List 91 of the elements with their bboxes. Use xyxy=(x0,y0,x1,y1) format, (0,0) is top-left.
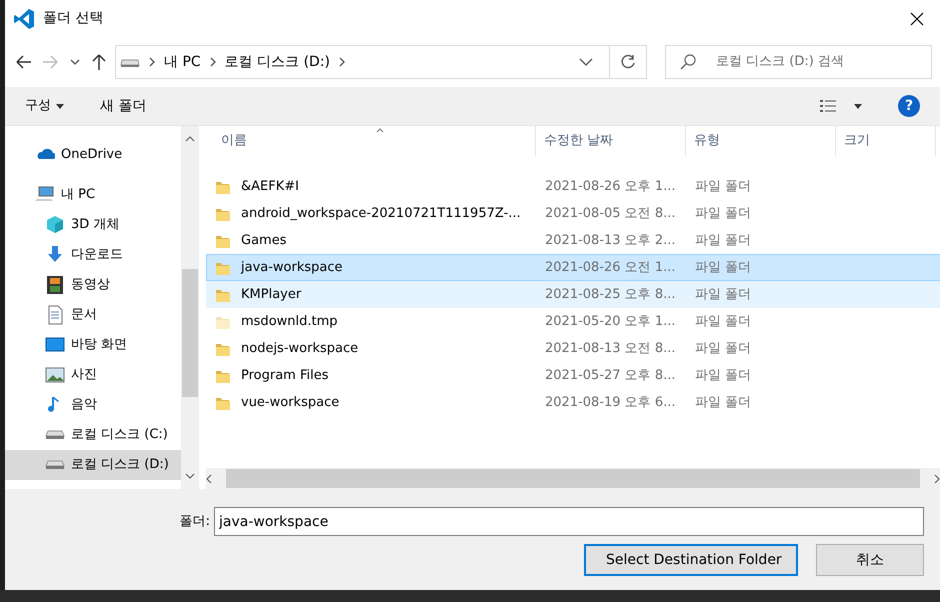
file-type: 파일 폴더 xyxy=(695,260,752,275)
sidebar-item[interactable]: OneDrive xyxy=(5,140,181,170)
search-icon xyxy=(679,53,697,71)
chevron-up-icon[interactable] xyxy=(185,136,195,142)
modified-date: 2021-08-05 오전 8... xyxy=(545,206,676,221)
file-row[interactable]: java-workspace 2021-08-26 오전 1... 파일 폴더 xyxy=(206,254,940,281)
select-folder-button[interactable]: Select Destination Folder xyxy=(584,544,798,576)
file-name: &AEFK#I xyxy=(241,178,299,196)
file-type: 파일 폴더 xyxy=(695,287,752,302)
file-type: 파일 폴더 xyxy=(695,233,752,248)
modified-date: 2021-08-19 오후 6... xyxy=(545,395,676,410)
file-name: java-workspace xyxy=(241,258,343,277)
picture-icon xyxy=(45,365,65,385)
sidebar-item[interactable]: 로컬 디스크 (C:) xyxy=(5,420,181,450)
chevron-right-icon[interactable] xyxy=(934,474,940,484)
file-name: nodejs-workspace xyxy=(241,340,358,358)
column-header[interactable]: 유형 xyxy=(686,126,836,156)
drive-icon xyxy=(45,460,65,470)
up-arrow-icon xyxy=(91,53,107,71)
sidebar-item[interactable]: 로컬 디스크 (D:) xyxy=(5,450,181,480)
organize-menu-button[interactable]: 구성 xyxy=(25,96,64,116)
scrollbar-thumb[interactable] xyxy=(182,269,198,397)
close-icon xyxy=(910,12,924,26)
caret-down-icon xyxy=(56,104,64,108)
address-bar[interactable]: 내 PC 로컬 디스크 (D:) xyxy=(115,45,647,79)
chevron-down-icon[interactable] xyxy=(185,473,195,479)
modified-date: 2021-08-26 오후 1... xyxy=(545,179,676,194)
modified-date: 2021-05-20 오후 1... xyxy=(545,314,676,329)
file-name: Program Files xyxy=(241,366,329,385)
breadcrumb[interactable]: 로컬 디스크 (D:) xyxy=(224,52,330,72)
sidebar-item[interactable]: 3D 개체 xyxy=(5,210,181,240)
new-folder-button[interactable]: 새 폴더 xyxy=(100,96,146,116)
file-row[interactable]: Games 2021-08-13 오후 2... 파일 폴더 xyxy=(206,227,940,254)
chevron-left-icon[interactable] xyxy=(206,474,212,484)
file-name: android_workspace-20210721T111957Z-... xyxy=(241,204,521,223)
chevron-right-icon xyxy=(338,56,346,68)
file-row[interactable]: KMPlayer 2021-08-25 오후 8... 파일 폴더 xyxy=(206,281,940,308)
back-arrow-icon xyxy=(15,54,32,70)
help-button[interactable]: ? xyxy=(898,95,920,117)
file-type: 파일 폴더 xyxy=(695,341,752,356)
view-options-button[interactable] xyxy=(820,99,862,113)
file-type: 파일 폴더 xyxy=(695,368,752,383)
caret-down-icon xyxy=(854,104,862,108)
column-header[interactable]: 수정한 날짜 xyxy=(536,126,686,156)
vertical-scrollbar[interactable] xyxy=(181,126,199,489)
modified-date: 2021-08-26 오전 1... xyxy=(545,260,676,275)
window-title: 폴더 선택 xyxy=(43,9,104,28)
modified-date: 2021-08-25 오후 8... xyxy=(545,287,676,302)
sidebar-item[interactable]: 문서 xyxy=(5,300,181,330)
file-name: msdownld.tmp xyxy=(241,312,338,331)
sidebar-item[interactable]: 사진 xyxy=(5,360,181,390)
modified-date: 2021-05-27 오후 8... xyxy=(545,368,676,383)
chevron-down-icon xyxy=(69,58,81,66)
sidebar-item[interactable]: 다운로드 xyxy=(5,240,181,270)
file-type: 파일 폴더 xyxy=(695,179,752,194)
refresh-icon xyxy=(620,54,636,70)
file-type: 파일 폴더 xyxy=(695,314,752,329)
sidebar-item[interactable]: 동영상 xyxy=(5,270,181,300)
sidebar-item[interactable]: 음악 xyxy=(5,390,181,420)
search-field[interactable]: 로컬 디스크 (D:) 검색 xyxy=(665,45,932,79)
folder-name-field[interactable]: java-workspace xyxy=(214,507,924,536)
modified-date: 2021-08-13 오후 2... xyxy=(545,233,676,248)
file-name: vue-workspace xyxy=(241,394,340,412)
cancel-button[interactable]: 취소 xyxy=(816,544,924,576)
file-row[interactable]: &AEFK#I 2021-08-26 오후 1... 파일 폴더 xyxy=(206,173,940,200)
file-row[interactable]: vue-workspace 2021-08-19 오후 6... 파일 폴더 xyxy=(206,389,940,416)
file-row[interactable]: nodejs-workspace 2021-08-13 오전 8... 파일 폴더 xyxy=(206,335,940,362)
chevron-down-icon[interactable] xyxy=(579,57,593,67)
column-header[interactable]: 이름 xyxy=(206,126,536,156)
film-icon xyxy=(45,275,65,295)
file-row[interactable]: msdownld.tmp 2021-05-20 오후 1... 파일 폴더 xyxy=(206,308,940,335)
sidebar-item[interactable]: 내 PC xyxy=(5,180,181,210)
sidebar-item[interactable]: 바탕 화면 xyxy=(5,330,181,360)
cube-icon xyxy=(45,215,65,235)
details-view-icon xyxy=(820,99,836,113)
file-name: Games xyxy=(241,232,286,250)
breadcrumb[interactable]: 내 PC xyxy=(164,52,201,72)
file-type: 파일 폴더 xyxy=(695,395,752,410)
forward-arrow-icon xyxy=(42,54,59,70)
folder-label: 폴더: xyxy=(180,512,210,531)
chevron-right-icon xyxy=(208,56,217,68)
drive-icon xyxy=(45,430,65,440)
modified-date: 2021-08-13 오전 8... xyxy=(545,341,676,356)
file-row[interactable]: android_workspace-20210721T111957Z-... 2021-08-05 오전 8... 파일 폴더 xyxy=(206,200,940,227)
app-logo-icon xyxy=(13,8,35,30)
file-type: 파일 폴더 xyxy=(695,206,752,221)
column-header[interactable]: 크기 xyxy=(836,126,936,156)
file-row[interactable]: Program Files 2021-05-27 오후 8... 파일 폴더 xyxy=(206,362,940,389)
file-name: KMPlayer xyxy=(241,286,302,304)
sort-caret-icon xyxy=(376,128,384,133)
chevron-right-icon xyxy=(148,56,156,68)
